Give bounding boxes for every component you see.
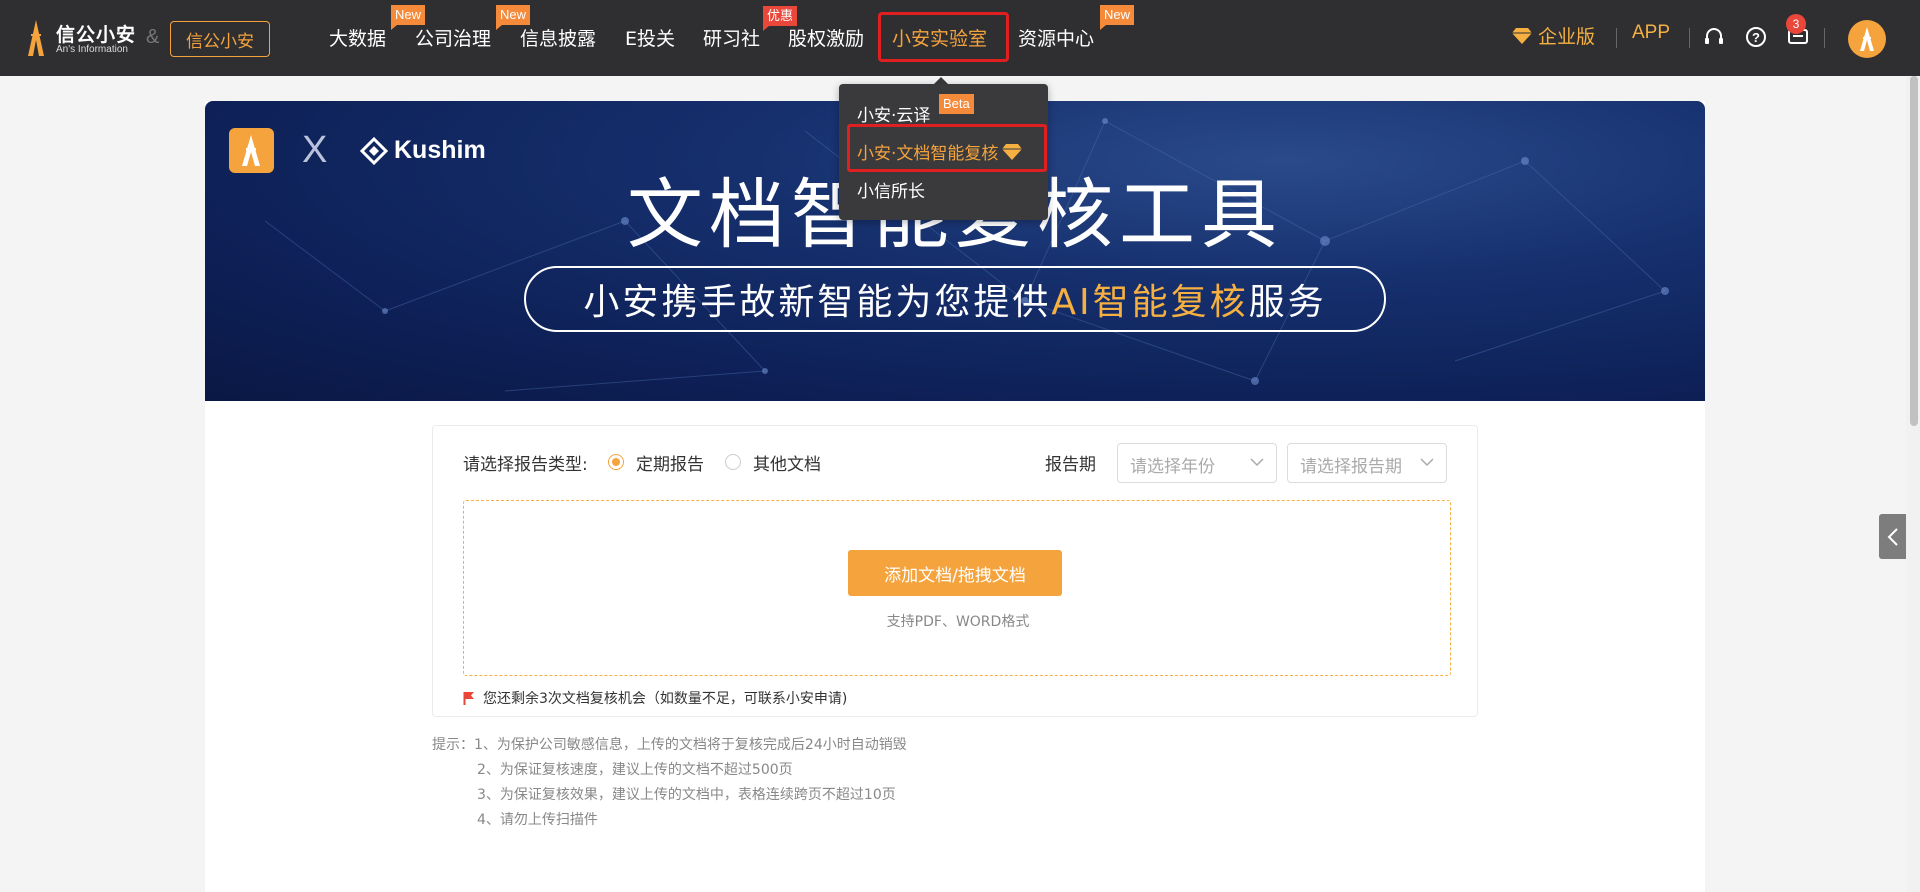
site-logo[interactable]: 信公小安 An's Information <box>24 18 164 58</box>
radio-other-document[interactable] <box>725 454 741 470</box>
tip-line: 2、为保证复核速度，建议上传的文档不超过500页 <box>477 762 793 778</box>
radio-periodic-report[interactable] <box>608 454 624 470</box>
enterprise-link[interactable]: 企业版 <box>1512 22 1595 49</box>
nav-item-disclosure[interactable]: 信息披露 <box>520 24 596 51</box>
file-drop-zone[interactable]: 添加文档/拖拽文档 支持PDF、WORD格式 <box>463 500 1451 676</box>
logo-tower-icon <box>28 20 44 56</box>
divider <box>1616 28 1617 48</box>
logo-name: 信公小安 <box>56 24 137 46</box>
menu-label: 小安·云译 <box>857 106 931 126</box>
flag-icon <box>463 692 474 705</box>
remaining-quota-text: 您还剩余3次文档复核机会（如数量不足，可联系小安申请) <box>483 691 848 707</box>
new-badge: New <box>496 5 531 30</box>
nav-label: 股权激励 <box>788 28 865 50</box>
nav-label: E投关 <box>625 28 676 50</box>
banner-subtitle: 小安携手故新智能为您提供 AI智能复核 服务 <box>524 266 1386 332</box>
year-placeholder: 请选择年份 <box>1130 457 1215 477</box>
top-navigation-bar: 信公小安 An's Information & 信公小安 大数据 New 公司治… <box>0 0 1920 76</box>
nav-item-corporate-governance[interactable]: 公司治理 <box>415 24 491 51</box>
divider <box>1824 28 1825 48</box>
avatar-logo-icon <box>1860 27 1874 51</box>
promo-badge: 优惠 <box>763 6 798 31</box>
nav-label: 信息披露 <box>520 28 597 50</box>
diamond-icon <box>1002 143 1023 160</box>
nav-item-lab[interactable]: 小安实验室 <box>892 24 987 51</box>
menu-label: 小安·文档智能复核 <box>857 144 999 164</box>
nav-label: 小安实验室 <box>892 28 988 50</box>
nav-item-study-club[interactable]: 研习社 <box>703 24 760 51</box>
user-avatar[interactable] <box>1848 20 1886 58</box>
chevron-down-icon <box>1250 458 1264 467</box>
partner-button[interactable]: 信公小安 <box>170 21 270 57</box>
help-icon[interactable]: ? <box>1745 26 1767 48</box>
menu-label: 小信所长 <box>857 182 925 202</box>
year-select[interactable]: 请选择年份 <box>1117 443 1277 483</box>
subtitle-highlight: AI智能复核 <box>1051 282 1249 323</box>
notification-count-badge: 3 <box>1786 14 1806 34</box>
add-document-button[interactable]: 添加文档/拖拽文档 <box>848 550 1062 596</box>
nav-label: 资源中心 <box>1018 28 1095 50</box>
diamond-icon <box>1512 27 1532 44</box>
beta-badge: Beta <box>939 94 974 114</box>
remaining-quota: 您还剩余3次文档复核机会（如数量不足，可联系小安申请) <box>463 688 847 708</box>
scrollbar-thumb[interactable] <box>1910 76 1918 426</box>
lab-dropdown-menu: 小安·云译 Beta 小安·文档智能复核 小信所长 <box>839 84 1048 220</box>
subtitle-suffix: 服务 <box>1248 282 1327 323</box>
tip-line: 4、请勿上传扫描件 <box>477 812 598 828</box>
upload-tips: 提示：1、为保护公司敏感信息，上传的文档将于复核完成后24小时自动销毁 2、为保… <box>432 733 907 833</box>
option-other-document[interactable]: 其他文档 <box>753 450 821 475</box>
report-type-label: 请选择报告类型: <box>463 455 588 475</box>
period-placeholder: 请选择报告期 <box>1300 457 1402 477</box>
nav-label: 大数据 <box>329 28 387 50</box>
nav-item-resource-center[interactable]: 资源中心 <box>1018 24 1094 51</box>
nav-item-investor-relations[interactable]: E投关 <box>625 24 675 51</box>
enterprise-label: 企业版 <box>1538 26 1596 48</box>
new-badge: New <box>1100 5 1135 30</box>
svg-text:?: ? <box>1752 30 1760 45</box>
new-badge: New <box>391 5 426 30</box>
nav-item-big-data[interactable]: 大数据 <box>329 24 386 51</box>
logo-english-name: An's Information <box>56 44 128 55</box>
menu-item-document-review[interactable]: 小安·文档智能复核 <box>857 139 1023 164</box>
divider <box>1689 28 1690 48</box>
menu-item-xiaoxin[interactable]: 小信所长 <box>857 177 925 202</box>
app-link[interactable]: APP <box>1632 22 1670 44</box>
nav-label: 公司治理 <box>415 28 492 50</box>
period-select[interactable]: 请选择报告期 <box>1287 443 1447 483</box>
nav-label: 研习社 <box>703 28 761 50</box>
nav-item-equity-incentive[interactable]: 股权激励 <box>788 24 864 51</box>
subtitle-prefix: 小安携手故新智能为您提供 <box>583 282 1052 323</box>
chevron-left-icon <box>1887 527 1898 546</box>
upload-form: 请选择报告类型: 定期报告 其他文档 报告期 请选择年份 请选择报告期 添加文档… <box>432 425 1478 717</box>
ampersand: & <box>146 26 160 48</box>
report-period-label: 报告期 <box>1045 455 1096 475</box>
chevron-down-icon <box>1420 458 1434 467</box>
side-panel-toggle[interactable] <box>1879 514 1906 559</box>
option-periodic-report[interactable]: 定期报告 <box>636 450 704 475</box>
menu-item-cloud-translate[interactable]: 小安·云译 <box>857 101 930 126</box>
headset-icon[interactable] <box>1703 26 1725 48</box>
tip-line: 提示：1、为保护公司敏感信息，上传的文档将于复核完成后24小时自动销毁 <box>432 737 907 753</box>
supported-formats-text: 支持PDF、WORD格式 <box>886 614 1030 630</box>
tip-line: 3、为保证复核效果，建议上传的文档中，表格连续跨页不超过10页 <box>477 787 896 803</box>
